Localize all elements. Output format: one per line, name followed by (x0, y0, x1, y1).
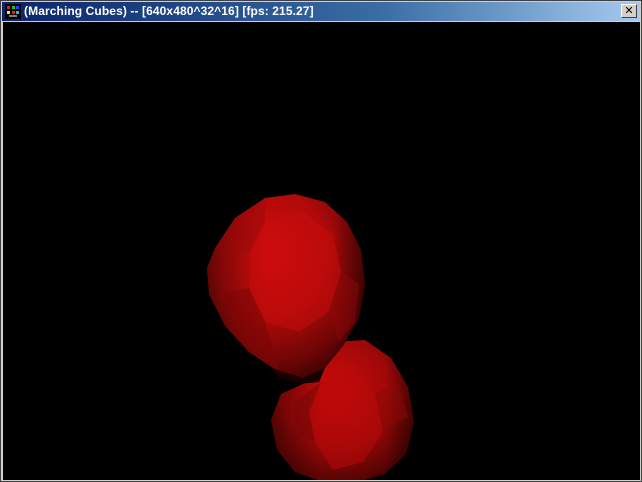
title-bar[interactable]: (Marching Cubes) -- [640x480^32^16] [fps… (2, 2, 640, 21)
close-button[interactable]: ✕ (621, 4, 637, 18)
window-title: (Marching Cubes) -- [640x480^32^16] [fps… (24, 4, 314, 18)
close-icon: ✕ (624, 4, 634, 17)
app-window: (Marching Cubes) -- [640x480^32^16] [fps… (0, 0, 642, 482)
render-viewport[interactable] (3, 22, 640, 480)
app-icon[interactable] (5, 4, 21, 19)
metaballs-render (207, 194, 414, 480)
